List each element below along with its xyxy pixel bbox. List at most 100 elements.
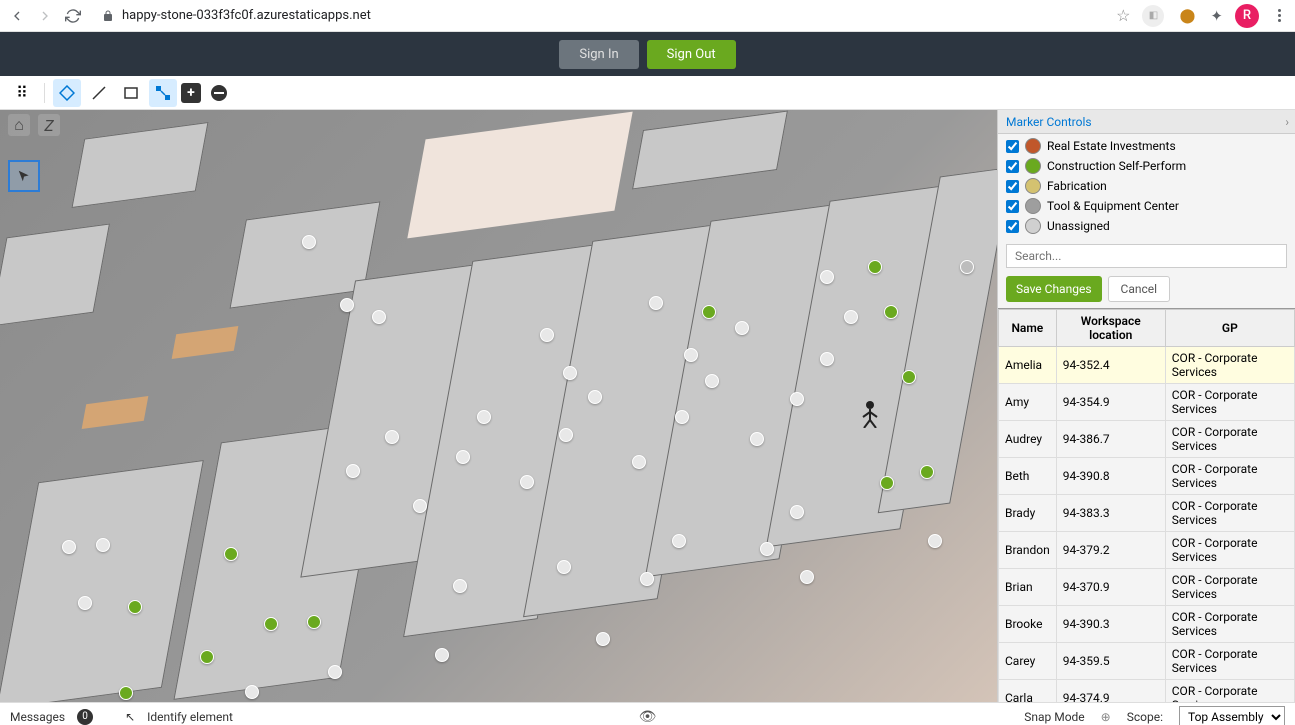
table-row[interactable]: Carey 94-359.5 COR - Corporate Services xyxy=(999,643,1295,680)
legend-checkbox[interactable] xyxy=(1006,140,1019,153)
legend-checkbox[interactable] xyxy=(1006,180,1019,193)
cell-gp: COR - Corporate Services xyxy=(1165,495,1294,532)
cell-gp: COR - Corporate Services xyxy=(1165,680,1294,703)
table-row[interactable]: Brooke 94-390.3 COR - Corporate Services xyxy=(999,606,1295,643)
col-name[interactable]: Name xyxy=(999,310,1057,347)
legend-checkbox[interactable] xyxy=(1006,160,1019,173)
chevron-right-icon[interactable]: › xyxy=(1285,115,1289,129)
snap-icon[interactable]: ⊕ xyxy=(1101,710,1111,724)
table-row[interactable]: Brian 94-370.9 COR - Corporate Services xyxy=(999,569,1295,606)
save-button[interactable]: Save Changes xyxy=(1006,276,1102,302)
extension-icons: ☆ ◧ ⬤ ✦ R xyxy=(1116,4,1287,28)
cell-workspace: 94-383.3 xyxy=(1056,495,1165,532)
snap-mode-label[interactable]: Snap Mode xyxy=(1024,710,1084,724)
legend-checkbox[interactable] xyxy=(1006,220,1019,233)
cell-name: Brady xyxy=(999,495,1057,532)
messages-count: 0 xyxy=(77,709,93,725)
home-icon[interactable]: ⌂ xyxy=(8,114,30,136)
workspace: ⌂ Z xyxy=(0,110,1295,702)
cell-workspace: 94-386.7 xyxy=(1056,421,1165,458)
model-viewer[interactable]: ⌂ Z xyxy=(0,110,997,702)
cell-workspace: 94-354.9 xyxy=(1056,384,1165,421)
identify-label[interactable]: Identify element xyxy=(147,710,233,724)
legend-row: Tool & Equipment Center xyxy=(1006,196,1287,216)
legend-row: Fabrication xyxy=(1006,176,1287,196)
extensions-icon[interactable]: ✦ xyxy=(1210,7,1223,25)
table-row[interactable]: Brandon 94-379.2 COR - Corporate Service… xyxy=(999,532,1295,569)
scope-label: Scope: xyxy=(1127,710,1163,724)
eye-icon[interactable]: 👁 xyxy=(639,709,657,725)
reload-button[interactable] xyxy=(64,7,82,25)
grip-icon[interactable]: ⠿ xyxy=(8,79,36,107)
cell-workspace: 94-390.8 xyxy=(1056,458,1165,495)
person-marker[interactable] xyxy=(860,400,880,428)
marker-tool[interactable] xyxy=(53,79,81,107)
cell-name: Brian xyxy=(999,569,1057,606)
cell-workspace: 94-390.3 xyxy=(1056,606,1165,643)
add-tool[interactable]: + xyxy=(181,83,201,103)
legend-row: Unassigned xyxy=(1006,216,1287,236)
table-row[interactable]: Audrey 94-386.7 COR - Corporate Services xyxy=(999,421,1295,458)
cell-name: Audrey xyxy=(999,421,1057,458)
table-row[interactable]: Beth 94-390.8 COR - Corporate Services xyxy=(999,458,1295,495)
legend-row: Real Estate Investments xyxy=(1006,136,1287,156)
cell-name: Carla xyxy=(999,680,1057,703)
legend-checkbox[interactable] xyxy=(1006,200,1019,213)
col-workspace[interactable]: Workspace location xyxy=(1056,310,1165,347)
profile-avatar[interactable]: R xyxy=(1235,4,1259,28)
status-bar: Messages 0 ↖ Identify element 👁 Snap Mod… xyxy=(0,702,1295,725)
table-row[interactable]: Carla 94-374.9 COR - Corporate Services xyxy=(999,680,1295,703)
people-table[interactable]: Name Workspace location GP Amelia 94-352… xyxy=(998,308,1295,702)
cell-name: Brooke xyxy=(999,606,1057,643)
cursor-icon: ↖ xyxy=(125,710,135,724)
legend-dot xyxy=(1025,158,1041,174)
browser-chrome: happy-stone-033f3fc0f.azurestaticapps.ne… xyxy=(0,0,1295,32)
cell-workspace: 94-379.2 xyxy=(1056,532,1165,569)
search-input[interactable] xyxy=(1006,244,1287,268)
app-header: Sign In Sign Out xyxy=(0,32,1295,76)
rect-tool[interactable] xyxy=(117,79,145,107)
legend-dot xyxy=(1025,198,1041,214)
connect-tool[interactable] xyxy=(149,79,177,107)
drawing-toolbar: ⠿ + xyxy=(0,76,1295,110)
table-row[interactable]: Brady 94-383.3 COR - Corporate Services xyxy=(999,495,1295,532)
back-button[interactable] xyxy=(8,7,26,25)
chrome-menu-icon[interactable] xyxy=(1271,8,1287,24)
axis-icon[interactable]: Z xyxy=(38,114,60,136)
ext-icon-1[interactable]: ◧ xyxy=(1142,5,1164,27)
cell-workspace: 94-370.9 xyxy=(1056,569,1165,606)
legend-dot xyxy=(1025,218,1041,234)
action-row: Save Changes Cancel xyxy=(998,272,1295,308)
url-text: happy-stone-033f3fc0f.azurestaticapps.ne… xyxy=(122,8,371,23)
col-gp[interactable]: GP xyxy=(1165,310,1294,347)
legend: Real Estate Investments Construction Sel… xyxy=(998,134,1295,238)
sign-in-button[interactable]: Sign In xyxy=(559,40,638,69)
legend-label: Fabrication xyxy=(1047,179,1107,193)
table-row[interactable]: Amelia 94-352.4 COR - Corporate Services xyxy=(999,347,1295,384)
star-icon[interactable]: ☆ xyxy=(1116,6,1130,25)
legend-row: Construction Self-Perform xyxy=(1006,156,1287,176)
cancel-button[interactable]: Cancel xyxy=(1108,276,1171,302)
marker-controls-panel: Marker Controls › Real Estate Investment… xyxy=(997,110,1295,702)
sign-out-button[interactable]: Sign Out xyxy=(647,40,736,69)
cell-name: Beth xyxy=(999,458,1057,495)
cell-gp: COR - Corporate Services xyxy=(1165,643,1294,680)
line-tool[interactable] xyxy=(85,79,113,107)
cell-name: Carey xyxy=(999,643,1057,680)
cell-gp: COR - Corporate Services xyxy=(1165,532,1294,569)
legend-label: Tool & Equipment Center xyxy=(1047,199,1179,213)
address-bar[interactable]: happy-stone-033f3fc0f.azurestaticapps.ne… xyxy=(92,4,1106,27)
cell-workspace: 94-352.4 xyxy=(1056,347,1165,384)
legend-label: Real Estate Investments xyxy=(1047,139,1176,153)
ext-icon-2[interactable]: ⬤ xyxy=(1176,5,1198,27)
panel-tab[interactable]: Marker Controls › xyxy=(998,110,1295,134)
remove-tool[interactable] xyxy=(205,79,233,107)
forward-button[interactable] xyxy=(36,7,54,25)
messages-label[interactable]: Messages xyxy=(10,710,65,724)
legend-label: Construction Self-Perform xyxy=(1047,159,1186,173)
cell-gp: COR - Corporate Services xyxy=(1165,458,1294,495)
floorplan xyxy=(0,110,997,702)
table-row[interactable]: Amy 94-354.9 COR - Corporate Services xyxy=(999,384,1295,421)
cell-gp: COR - Corporate Services xyxy=(1165,569,1294,606)
scope-select[interactable]: Top Assembly xyxy=(1179,706,1285,725)
